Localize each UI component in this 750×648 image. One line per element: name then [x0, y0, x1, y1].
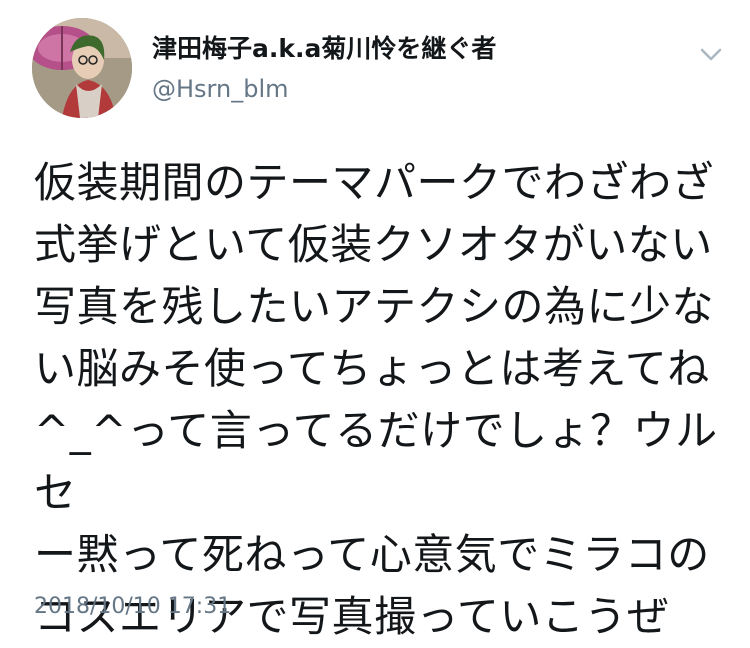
tweet-card: 津田梅子a.k.a菊川怜を継ぐ者 @Hsrn_blm 仮装期間のテーマパークでわ…	[0, 0, 750, 641]
tweet-header: 津田梅子a.k.a菊川怜を継ぐ者 @Hsrn_blm	[32, 18, 732, 118]
user-avatar-icon[interactable]	[32, 18, 132, 118]
chevron-down-icon[interactable]	[694, 38, 728, 72]
tweet-timestamp[interactable]: 2018/10/10 17:31	[34, 592, 231, 622]
author-display-name[interactable]: 津田梅子a.k.a菊川怜を継ぐ者	[152, 34, 496, 64]
author-handle[interactable]: @Hsrn_blm	[152, 74, 289, 104]
tweet-body-text: 仮装期間のテーマパークでわざわざ 式挙げといて仮装クソオタがいない 写真を残した…	[34, 158, 718, 641]
